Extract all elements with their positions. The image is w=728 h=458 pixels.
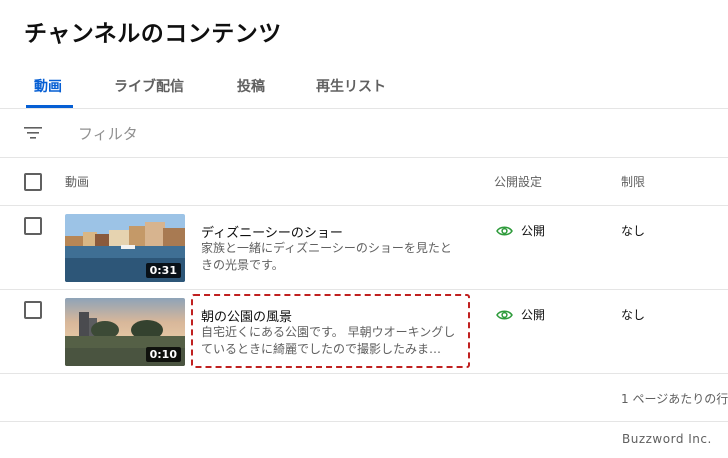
row-checkbox[interactable] (24, 301, 42, 319)
filter-icon[interactable] (24, 125, 42, 141)
eye-icon (496, 310, 513, 319)
table-header: 動画 公開設定 制限 (0, 158, 728, 206)
active-tab-indicator (26, 105, 73, 108)
watermark: Buzzword Inc. (622, 432, 712, 446)
header-video[interactable]: 動画 (65, 173, 89, 190)
tab-bar: 動画 ライブ配信 投稿 再生リスト (0, 68, 728, 109)
pagination-bar: 1 ページあたりの行 (0, 374, 728, 422)
video-duration: 0:10 (145, 347, 181, 362)
video-title[interactable]: ディズニーシーのショー (201, 222, 343, 241)
visibility-status[interactable]: 公開 (496, 222, 545, 239)
filter-bar: フィルタ (0, 110, 728, 158)
eye-icon (496, 226, 513, 235)
table-row[interactable]: 0:31 ディズニーシーのショー 家族と一緒にディズニーシーのショーを見たときの… (0, 206, 728, 290)
header-restrictions[interactable]: 制限 (621, 173, 645, 190)
header-visibility[interactable]: 公開設定 (494, 173, 542, 190)
row-checkbox[interactable] (24, 217, 42, 235)
visibility-label: 公開 (521, 224, 546, 238)
tab-posts[interactable]: 投稿 (237, 76, 265, 96)
rows-per-page-label: 1 ページあたりの行 (621, 392, 728, 406)
video-duration: 0:31 (145, 263, 181, 278)
video-thumbnail[interactable]: 0:10 (65, 298, 185, 366)
visibility-status[interactable]: 公開 (496, 306, 545, 323)
tab-live[interactable]: ライブ配信 (114, 76, 184, 96)
tab-playlists[interactable]: 再生リスト (316, 76, 386, 96)
video-description: 家族と一緒にディズニーシーのショーを見たときの光景です。 (201, 241, 452, 272)
visibility-label: 公開 (521, 308, 546, 322)
restrictions-value: なし (621, 308, 646, 322)
filter-input[interactable]: フィルタ (78, 123, 138, 144)
page-title: チャンネルのコンテンツ (24, 21, 282, 47)
tab-videos[interactable]: 動画 (34, 76, 62, 96)
restrictions-value: なし (621, 224, 646, 238)
highlight-annotation (191, 294, 470, 368)
video-thumbnail[interactable]: 0:31 (65, 214, 185, 282)
select-all-checkbox[interactable] (24, 173, 42, 191)
